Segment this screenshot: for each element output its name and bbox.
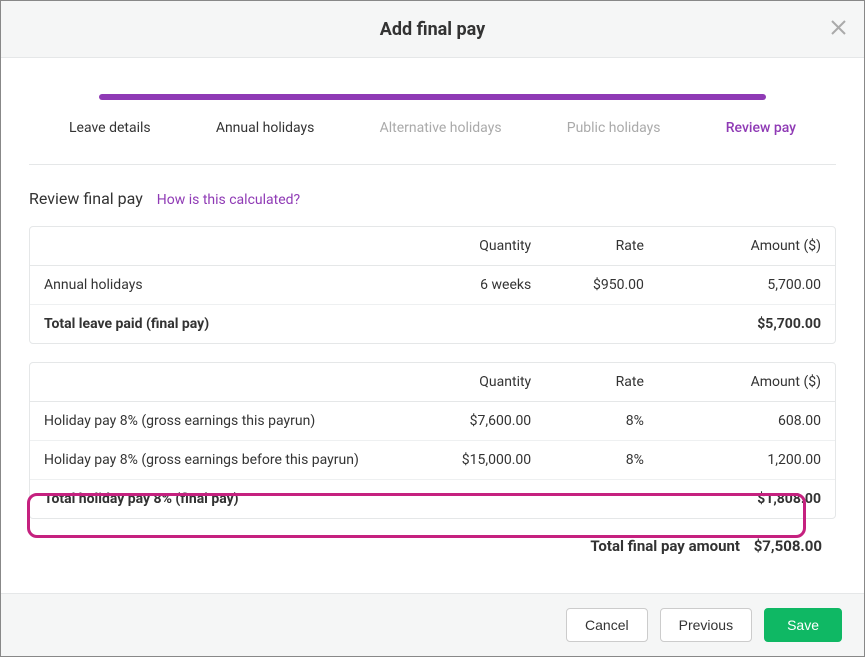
modal-add-final-pay: Add final pay Leave details Annual holid… — [0, 0, 865, 657]
col-header-rate: Rate — [545, 227, 658, 266]
table-header-row: Quantity Rate Amount ($) — [30, 363, 835, 402]
col-header-amount: Amount ($) — [658, 363, 835, 402]
progress-bar — [99, 94, 766, 100]
leave-paid-table: Quantity Rate Amount ($) Annual holidays… — [29, 226, 836, 344]
col-header-desc — [30, 227, 400, 266]
save-button[interactable]: Save — [764, 608, 842, 642]
modal-footer: Cancel Previous Save — [1, 593, 864, 656]
modal-body: Leave details Annual holidays Alternativ… — [1, 58, 864, 593]
close-icon — [831, 18, 846, 41]
table-row: Holiday pay 8% (gross earnings this payr… — [30, 402, 835, 441]
grand-total: Total final pay amount $7,508.00 — [29, 537, 836, 559]
table-row: Holiday pay 8% (gross earnings before th… — [30, 441, 835, 480]
cell-rate: 8% — [545, 402, 658, 441]
cell-qty: $15,000.00 — [400, 441, 545, 480]
cell-desc: Holiday pay 8% (gross earnings this payr… — [30, 402, 400, 441]
cell-amount: 1,200.00 — [658, 441, 835, 480]
col-header-rate: Rate — [545, 363, 658, 402]
cell-amount: 5,700.00 — [658, 266, 835, 305]
cancel-button[interactable]: Cancel — [566, 608, 648, 642]
step-review-pay[interactable]: Review pay — [726, 120, 796, 136]
total-amount: $5,700.00 — [658, 305, 835, 343]
step-alternative-holidays[interactable]: Alternative holidays — [380, 120, 502, 136]
total-leave-paid-row: Total leave paid (final pay) $5,700.00 — [30, 305, 835, 343]
cell-amount: 608.00 — [658, 402, 835, 441]
section-header: Review final pay How is this calculated? — [29, 189, 836, 208]
col-header-quantity: Quantity — [400, 227, 545, 266]
holiday-pay-table: Quantity Rate Amount ($) Holiday pay 8% … — [29, 362, 836, 519]
close-button[interactable] — [826, 17, 850, 41]
modal-title: Add final pay — [380, 19, 485, 40]
step-annual-holidays[interactable]: Annual holidays — [216, 120, 315, 136]
cell-rate: 8% — [545, 441, 658, 480]
total-holiday-pay-row: Total holiday pay 8% (final pay) $1,808.… — [30, 480, 835, 518]
total-desc: Total holiday pay 8% (final pay) — [30, 480, 400, 518]
cell-desc: Holiday pay 8% (gross earnings before th… — [30, 441, 400, 480]
modal-header: Add final pay — [1, 1, 864, 58]
step-leave-details[interactable]: Leave details — [69, 120, 151, 136]
help-link[interactable]: How is this calculated? — [157, 192, 300, 208]
table-header-row: Quantity Rate Amount ($) — [30, 227, 835, 266]
total-desc: Total leave paid (final pay) — [30, 305, 400, 343]
cell-qty: 6 weeks — [400, 266, 545, 305]
previous-button[interactable]: Previous — [660, 608, 752, 642]
section-title: Review final pay — [29, 189, 143, 208]
grand-total-label: Total final pay amount — [590, 537, 740, 555]
step-public-holidays[interactable]: Public holidays — [567, 120, 661, 136]
table-row: Annual holidays 6 weeks $950.00 5,700.00 — [30, 266, 835, 305]
step-labels: Leave details Annual holidays Alternativ… — [29, 120, 836, 165]
cell-qty: $7,600.00 — [400, 402, 545, 441]
col-header-desc — [30, 363, 400, 402]
cell-rate: $950.00 — [545, 266, 658, 305]
grand-total-amount: $7,508.00 — [754, 537, 822, 555]
total-amount: $1,808.00 — [658, 480, 835, 518]
col-header-amount: Amount ($) — [658, 227, 835, 266]
cell-desc: Annual holidays — [30, 266, 400, 305]
col-header-quantity: Quantity — [400, 363, 545, 402]
stepper: Leave details Annual holidays Alternativ… — [29, 94, 836, 165]
